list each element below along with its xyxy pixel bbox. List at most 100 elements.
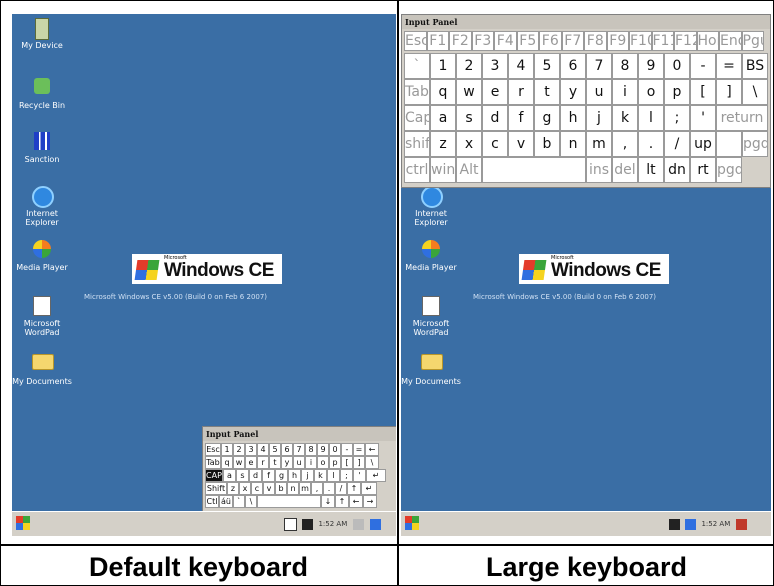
key[interactable]: u: [293, 456, 305, 469]
key[interactable]: up: [690, 131, 716, 157]
key[interactable]: l: [327, 469, 340, 482]
key[interactable]: -: [690, 53, 716, 79]
desktop-icon-internet-explorer[interactable]: Internet Explorer: [12, 186, 72, 227]
key[interactable]: win: [430, 157, 456, 183]
key[interactable]: q: [221, 456, 233, 469]
key[interactable]: del: [612, 157, 638, 183]
key[interactable]: e: [482, 79, 508, 105]
key[interactable]: v: [508, 131, 534, 157]
key[interactable]: f: [508, 105, 534, 131]
key[interactable]: 8: [612, 53, 638, 79]
key[interactable]: `: [404, 53, 430, 79]
function-key[interactable]: F6: [539, 31, 562, 51]
key[interactable]: ↵: [366, 469, 386, 482]
key[interactable]: \: [742, 79, 768, 105]
key[interactable]: d: [249, 469, 262, 482]
key[interactable]: Tab: [205, 456, 221, 469]
input-panel-default[interactable]: Input Panel Esc 1 2 3 4 5 6 7 8 9 0- = ← Tab q w e r t y u i o…: [202, 426, 396, 512]
desktop-icon[interactable]: [369, 518, 381, 530]
keyboard-icon[interactable]: [669, 518, 680, 530]
key[interactable]: \: [245, 495, 257, 508]
desktop-icon-media-player[interactable]: Media Player: [401, 240, 461, 272]
key[interactable]: p: [664, 79, 690, 105]
input-method-icon[interactable]: [685, 518, 697, 530]
function-key[interactable]: Pgup: [741, 31, 764, 51]
desktop-icon-internet-explorer[interactable]: Internet Explorer: [401, 186, 461, 227]
key[interactable]: .: [323, 482, 335, 495]
key[interactable]: b: [275, 482, 287, 495]
key[interactable]: m: [586, 131, 612, 157]
key[interactable]: =: [716, 53, 742, 79]
key[interactable]: Tab: [404, 79, 430, 105]
key[interactable]: rt: [690, 157, 716, 183]
key[interactable]: g: [534, 105, 560, 131]
key[interactable]: x: [456, 131, 482, 157]
function-key[interactable]: F8: [584, 31, 607, 51]
key[interactable]: 5: [269, 443, 281, 456]
start-button[interactable]: [405, 516, 419, 530]
key[interactable]: r: [257, 456, 269, 469]
key[interactable]: 8: [305, 443, 317, 456]
key[interactable]: ;: [340, 469, 353, 482]
key[interactable]: ]: [353, 456, 365, 469]
key[interactable]: .: [638, 131, 664, 157]
desktop-icon-recycle-bin[interactable]: Recycle Bin: [12, 76, 72, 110]
function-key[interactable]: F2: [449, 31, 472, 51]
key[interactable]: j: [586, 105, 612, 131]
key[interactable]: [: [690, 79, 716, 105]
key[interactable]: k: [314, 469, 327, 482]
key[interactable]: BS: [742, 53, 768, 79]
function-key[interactable]: F7: [561, 31, 584, 51]
key[interactable]: p: [329, 456, 341, 469]
key[interactable]: m: [299, 482, 311, 495]
key[interactable]: 4: [257, 443, 269, 456]
key[interactable]: return: [716, 105, 768, 131]
key[interactable]: r: [508, 79, 534, 105]
key[interactable]: dn: [664, 157, 690, 183]
key[interactable]: ': [690, 105, 716, 131]
key[interactable]: t: [269, 456, 281, 469]
key[interactable]: n: [287, 482, 299, 495]
printer-icon[interactable]: [353, 518, 365, 530]
key[interactable]: y: [281, 456, 293, 469]
function-key[interactable]: End: [719, 31, 742, 51]
key[interactable]: lt: [638, 157, 664, 183]
key[interactable]: c: [482, 131, 508, 157]
function-key[interactable]: F3: [471, 31, 494, 51]
key[interactable]: 9: [317, 443, 329, 456]
key[interactable]: a: [430, 105, 456, 131]
key[interactable]: Caps Lock: [404, 105, 430, 131]
key[interactable]: h: [288, 469, 301, 482]
key[interactable]: h: [560, 105, 586, 131]
key[interactable]: ins: [586, 157, 612, 183]
key[interactable]: [257, 495, 321, 508]
key[interactable]: /: [664, 131, 690, 157]
key[interactable]: 0: [329, 443, 341, 456]
key[interactable]: ↓: [321, 495, 335, 508]
desktop-icon-service[interactable]: Sanction: [12, 132, 72, 164]
key[interactable]: 6: [560, 53, 586, 79]
desktop-icon-wordpad[interactable]: Microsoft WordPad: [401, 296, 461, 337]
key[interactable]: x: [239, 482, 251, 495]
key[interactable]: 3: [482, 53, 508, 79]
key[interactable]: ': [353, 469, 366, 482]
input-panel-large[interactable]: Input Panel EscF1F2F3F4F5F6F7F8F9F10F11F…: [401, 14, 771, 188]
key[interactable]: ,: [612, 131, 638, 157]
key[interactable]: y: [560, 79, 586, 105]
key[interactable]: 9: [638, 53, 664, 79]
key[interactable]: a: [223, 469, 236, 482]
function-key[interactable]: F11: [651, 31, 674, 51]
key[interactable]: -: [341, 443, 353, 456]
key[interactable]: g: [275, 469, 288, 482]
key[interactable]: 1: [430, 53, 456, 79]
key[interactable]: `: [233, 495, 245, 508]
key[interactable]: t: [534, 79, 560, 105]
key[interactable]: /: [335, 482, 347, 495]
key[interactable]: pgdn: [742, 131, 768, 157]
start-button[interactable]: [16, 516, 30, 530]
pen-icon[interactable]: [736, 518, 748, 530]
key[interactable]: →: [363, 495, 377, 508]
key[interactable]: Ctl: [205, 495, 219, 508]
key[interactable]: ↵: [361, 482, 377, 495]
function-key[interactable]: F5: [516, 31, 539, 51]
